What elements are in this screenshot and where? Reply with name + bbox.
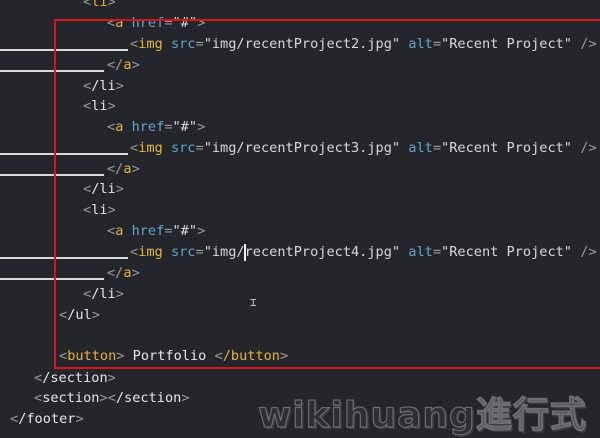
tag: section <box>42 390 100 406</box>
code-line: </footer> <box>10 411 84 427</box>
tag: li <box>91 0 108 10</box>
code-line: <li> <box>83 0 116 12</box>
highlight-box <box>54 19 600 369</box>
watermark: wikihuang進行式 <box>257 394 587 436</box>
code-line: </section> <box>34 370 116 386</box>
tag: /section <box>115 390 182 406</box>
code-line: <section></section> <box>34 390 190 406</box>
text-caret <box>244 244 246 261</box>
tag: /footer <box>18 411 76 427</box>
mouse-cursor-icon: ⌶ <box>250 296 257 309</box>
tag: /section <box>42 370 108 386</box>
